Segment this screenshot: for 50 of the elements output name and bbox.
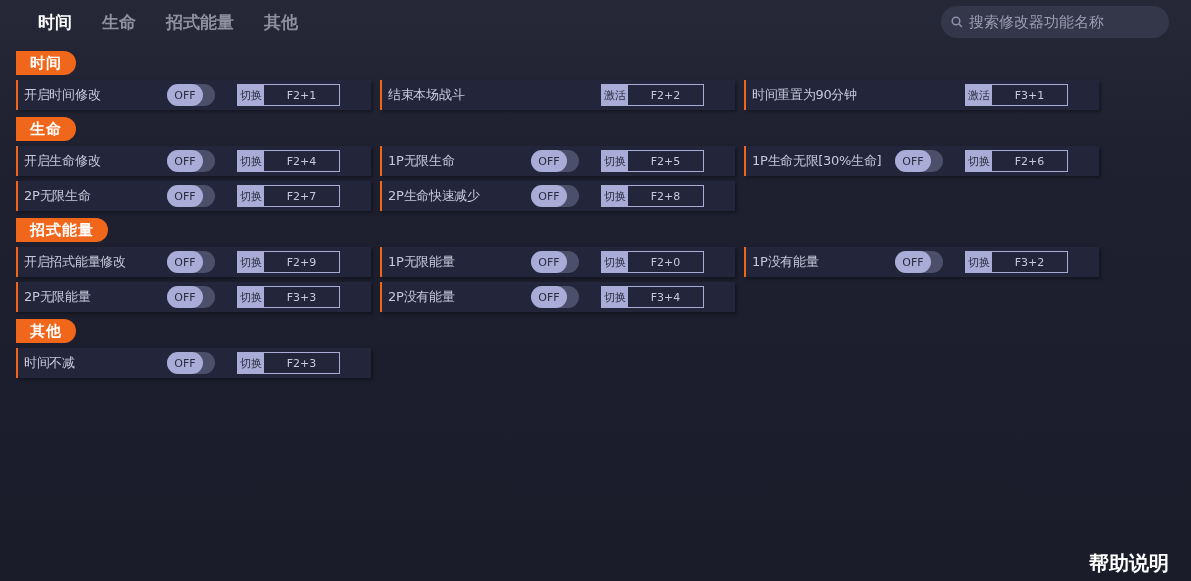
hotkey-field[interactable]: 切换 F2+7 [237,185,340,207]
cheat-name: 1P无限生命 [388,152,456,170]
hotkey-field[interactable]: 切换 F2+4 [237,150,340,172]
toggle-switch[interactable]: OFF [167,84,215,106]
cheat-name: 1P无限能量 [388,253,456,271]
cheat-name: 2P没有能量 [388,288,456,306]
toggle-switch[interactable]: OFF [531,150,579,172]
cheat-name: 1P生命无限[30%生命] [752,152,883,170]
hotkey-field[interactable]: 切换 F2+3 [237,352,340,374]
section-header: 时间 [16,51,76,75]
hotkey-field[interactable]: 激活 F3+1 [965,84,1068,106]
hotkey-field[interactable]: 切换 F2+1 [237,84,340,106]
toggle-switch[interactable]: OFF [895,150,943,172]
section-header: 生命 [16,117,76,141]
search-field[interactable]: 搜索修改器功能名称 [941,6,1169,38]
section-header: 其他 [16,319,76,343]
hotkey-field[interactable]: 切换 F2+8 [601,185,704,207]
toggle-switch[interactable]: OFF [167,352,215,374]
cheat-name: 开启时间修改 [24,86,102,104]
toggle-switch[interactable]: OFF [531,251,579,273]
toggle-switch[interactable]: OFF [167,251,215,273]
cheat-name: 开启生命修改 [24,152,102,170]
hotkey-field[interactable]: 切换 F2+6 [965,150,1068,172]
cheat-name: 结束本场战斗 [388,86,466,104]
toggle-switch[interactable]: OFF [167,150,215,172]
hotkey-field[interactable]: 切换 F3+3 [237,286,340,308]
toggle-switch[interactable]: OFF [895,251,943,273]
tab[interactable]: 招式能量 [166,10,234,34]
cheat-name: 开启招式能量修改 [24,253,127,271]
hotkey-field[interactable]: 切换 F3+4 [601,286,704,308]
toggle-switch[interactable]: OFF [531,286,579,308]
hotkey-field[interactable]: 激活 F2+2 [601,84,704,106]
cheat-name: 1P没有能量 [752,253,820,271]
hotkey-field[interactable]: 切换 F2+9 [237,251,340,273]
tab[interactable]: 时间 [38,10,72,34]
cheat-name: 时间重置为90分钟 [752,86,858,104]
toggle-switch[interactable]: OFF [531,185,579,207]
help-link[interactable]: 帮助说明 [1089,550,1169,577]
cheat-name: 2P生命快速减少 [388,187,481,205]
cheat-name: 2P无限生命 [24,187,92,205]
hotkey-field[interactable]: 切换 F3+2 [965,251,1068,273]
hotkey-field[interactable]: 切换 F2+0 [601,251,704,273]
tab[interactable]: 生命 [102,10,136,34]
hotkey-field[interactable]: 切换 F2+5 [601,150,704,172]
section-header: 招式能量 [16,218,108,242]
tab[interactable]: 其他 [264,10,298,34]
toggle-switch[interactable]: OFF [167,286,215,308]
cheat-name: 2P无限能量 [24,288,92,306]
cheat-name: 时间不减 [24,354,76,372]
toggle-switch[interactable]: OFF [167,185,215,207]
